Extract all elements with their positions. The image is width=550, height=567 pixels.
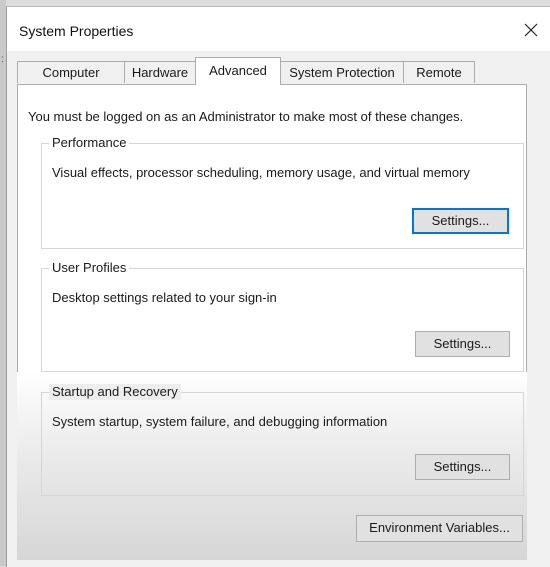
title-bar[interactable]: System Properties bbox=[7, 7, 550, 51]
startup-recovery-group: Startup and Recovery System startup, sys… bbox=[41, 384, 524, 496]
performance-group: Performance Visual effects, processor sc… bbox=[41, 135, 524, 249]
tab-remote[interactable]: Remote bbox=[403, 61, 475, 83]
user-profiles-group-title: User Profiles bbox=[49, 260, 130, 276]
performance-settings-button[interactable]: Settings... bbox=[412, 208, 509, 234]
background-window-fragment: : bbox=[1, 54, 4, 65]
user-profiles-description: Desktop settings related to your sign-in bbox=[52, 290, 277, 305]
tab-advanced[interactable]: Advanced bbox=[195, 57, 281, 85]
startup-recovery-description: System startup, system failure, and debu… bbox=[52, 414, 388, 429]
performance-group-title: Performance bbox=[49, 135, 130, 151]
tab-hardware[interactable]: Hardware bbox=[124, 61, 196, 83]
performance-description: Visual effects, processor scheduling, me… bbox=[52, 165, 470, 180]
user-profiles-settings-button[interactable]: Settings... bbox=[415, 331, 510, 357]
close-icon bbox=[524, 23, 538, 37]
environment-variables-button[interactable]: Environment Variables... bbox=[356, 515, 523, 542]
administrator-notice: You must be logged on as an Administrato… bbox=[28, 109, 464, 124]
tab-system-protection[interactable]: System Protection bbox=[280, 61, 404, 83]
tab-strip: Computer Name Hardware Advanced System P… bbox=[17, 57, 517, 102]
window-title: System Properties bbox=[19, 23, 134, 39]
startup-recovery-group-title: Startup and Recovery bbox=[49, 384, 181, 400]
tab-computer-name[interactable]: Computer Name bbox=[17, 61, 125, 102]
user-profiles-group: User Profiles Desktop settings related t… bbox=[41, 260, 524, 372]
close-button[interactable] bbox=[513, 15, 549, 45]
startup-recovery-settings-button[interactable]: Settings... bbox=[415, 454, 510, 480]
